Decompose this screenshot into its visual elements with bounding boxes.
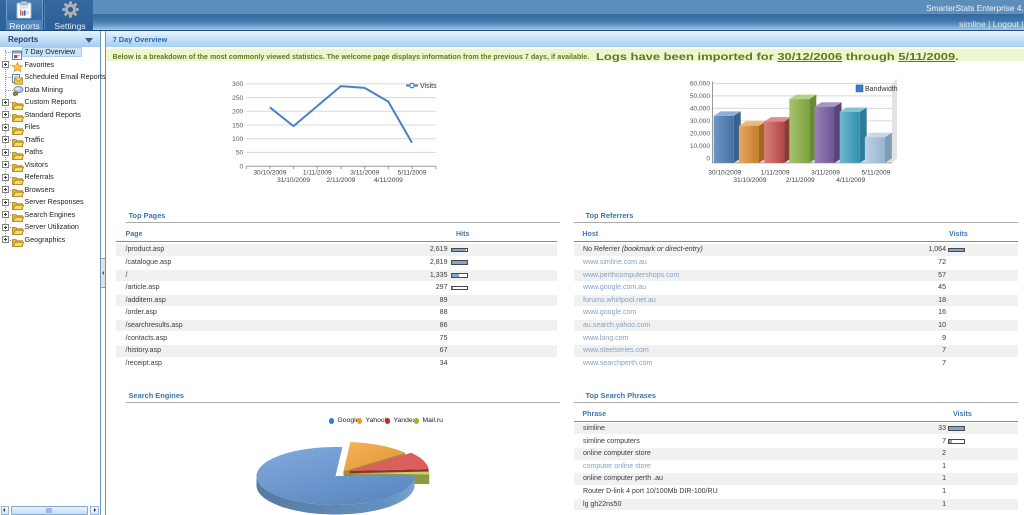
svg-text:0: 0 [706, 156, 710, 163]
svg-text:30,000: 30,000 [690, 118, 711, 125]
svg-text:20,000: 20,000 [690, 131, 711, 138]
svg-text:60,000: 60,000 [690, 81, 711, 88]
svg-text:2/11/2009: 2/11/2009 [327, 177, 356, 184]
svg-text:4/11/2009: 4/11/2009 [374, 177, 403, 184]
svg-text:30/10/2009: 30/10/2009 [253, 170, 286, 177]
svg-text:5/11/2009: 5/11/2009 [398, 170, 427, 177]
svg-text:1/11/2009: 1/11/2009 [761, 170, 790, 177]
svg-text:30/10/2009: 30/10/2009 [708, 170, 741, 177]
svg-text:5/11/2009: 5/11/2009 [861, 170, 890, 177]
svg-text:Bandwidth: Bandwidth [865, 86, 898, 93]
svg-text:31/10/2009: 31/10/2009 [277, 177, 310, 184]
svg-text:3/11/2009: 3/11/2009 [350, 170, 379, 177]
svg-text:250: 250 [232, 95, 243, 102]
svg-text:2/11/2009: 2/11/2009 [786, 177, 815, 184]
svg-text:10,000: 10,000 [690, 143, 711, 150]
svg-text:4/11/2009: 4/11/2009 [836, 177, 865, 184]
svg-text:200: 200 [232, 109, 243, 116]
svg-text:40,000: 40,000 [690, 106, 711, 113]
svg-text:1/11/2009: 1/11/2009 [303, 170, 332, 177]
svg-text:0: 0 [240, 164, 244, 171]
svg-text:3/11/2009: 3/11/2009 [811, 170, 840, 177]
svg-text:150: 150 [232, 122, 243, 129]
svg-text:50,000: 50,000 [690, 93, 711, 100]
svg-text:300: 300 [232, 81, 243, 88]
svg-text:31/10/2009: 31/10/2009 [733, 177, 766, 184]
svg-text:Visits: Visits [420, 83, 437, 90]
svg-text:50: 50 [236, 150, 244, 157]
svg-text:100: 100 [232, 136, 243, 143]
